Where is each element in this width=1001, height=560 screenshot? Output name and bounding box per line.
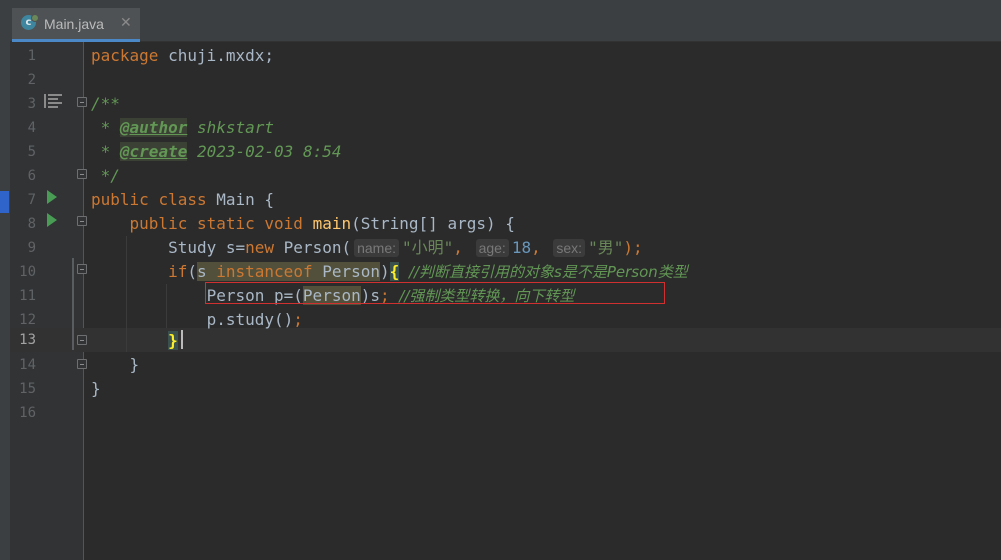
line-number[interactable]: 10 (10, 260, 36, 284)
code-line-1[interactable]: package chuji.mxdx; (91, 44, 274, 68)
text-cursor (181, 330, 183, 349)
line-number[interactable]: 7 (10, 188, 36, 212)
run-main-icon[interactable] (47, 213, 57, 227)
tool-window-marker (0, 191, 9, 213)
code-line-14[interactable]: } (91, 353, 140, 377)
run-class-icon[interactable] (47, 190, 57, 204)
type-name: Person (322, 262, 381, 281)
line-number[interactable]: 5 (10, 140, 36, 164)
fold-icon[interactable] (77, 169, 87, 179)
fold-icon[interactable] (77, 97, 87, 107)
param-hint-sex: sex: (553, 239, 586, 257)
doc-tag-author: @author (119, 118, 188, 137)
code-line-10[interactable]: if(s instanceof Person){ //判断直接引用的对象s是不是… (91, 260, 688, 284)
keyword: public (91, 190, 149, 209)
statement-end: ); (623, 238, 643, 257)
declaration: Study s= (168, 238, 246, 257)
paren: ) (380, 262, 390, 281)
code-line-6[interactable]: */ (91, 164, 120, 188)
paren: ( (187, 262, 197, 281)
param-hint-age: age: (475, 239, 509, 257)
matched-brace: } (168, 331, 178, 350)
package-name: chuji.mxdx; (158, 46, 275, 65)
doc-comment-prefix: * (91, 142, 120, 161)
code-line-13[interactable]: } (91, 329, 178, 353)
keyword: class (158, 190, 207, 209)
method-params: (String[] args) { (351, 214, 515, 233)
line-number[interactable]: 13 (10, 328, 36, 352)
line-number[interactable]: 1 (10, 44, 36, 68)
number-literal: 18 (511, 238, 532, 257)
keyword: new (245, 238, 275, 257)
doc-comment-prefix: * (91, 118, 120, 137)
annotation-highlight-box (205, 282, 665, 304)
param-hint-name: name: (354, 239, 400, 257)
line-number[interactable]: 16 (10, 401, 36, 425)
keyword: public (129, 214, 188, 233)
constructor-call: Person( (274, 238, 352, 257)
code-line-8[interactable]: public static void main(String[] args) { (91, 212, 515, 236)
tool-window-strip (0, 0, 10, 560)
code-line-15[interactable]: } (91, 377, 101, 401)
instanceof-expression: s instanceof Person (196, 262, 381, 281)
code-line-5[interactable]: * @create 2023-02-03 8:54 (91, 140, 341, 164)
line-number[interactable]: 3 (10, 92, 36, 116)
line-number[interactable]: 15 (10, 377, 36, 401)
line-comment: //判断直接引用的对象s是不是Person类型 (408, 263, 688, 281)
doc-author-value: shkstart (187, 118, 275, 137)
line-number[interactable]: 8 (10, 212, 36, 236)
closing-brace: } (129, 355, 140, 374)
semicolon: ; (293, 310, 303, 329)
doc-create-value: 2023-02-03 8:54 (187, 142, 342, 161)
line-number[interactable]: 4 (10, 116, 36, 140)
fold-icon[interactable] (77, 216, 87, 226)
code-line-4[interactable]: * @author shkstart (91, 116, 274, 140)
closing-brace: } (91, 379, 101, 398)
keyword: instanceof (216, 262, 313, 281)
method-name: main (312, 214, 352, 233)
change-marker[interactable] (72, 258, 74, 350)
keyword: void (264, 214, 303, 233)
code-line-9[interactable]: Study s=new Person(name: "小明", age: 18, se… (91, 236, 643, 260)
code-line-3[interactable]: /** (91, 92, 120, 116)
line-number[interactable]: 2 (10, 68, 36, 92)
class-declaration: Main { (206, 190, 275, 209)
line-number[interactable]: 9 (10, 236, 36, 260)
doc-comment-close: */ (91, 166, 120, 185)
code-line-7[interactable]: public class Main { (91, 188, 274, 212)
string-literal: "小明" (402, 238, 454, 257)
method-call: p.study() (206, 310, 294, 329)
doc-comment-open: /** (91, 94, 120, 113)
rendered-doc-icon[interactable] (44, 94, 62, 108)
editor-tab-bar: c Main.java ✕ (0, 0, 1001, 42)
keyword: package (91, 46, 159, 65)
keyword: static (196, 214, 255, 233)
line-number[interactable]: 14 (10, 353, 36, 377)
fold-icon[interactable] (77, 264, 87, 274)
variable: s (196, 262, 207, 281)
doc-tag-create: @create (119, 142, 188, 161)
run-badge-icon (31, 14, 39, 22)
line-number[interactable]: 6 (10, 164, 36, 188)
fold-icon[interactable] (77, 359, 87, 369)
comma: , (531, 238, 541, 257)
tab-main-java[interactable]: c Main.java ✕ (12, 8, 140, 42)
string-literal: "男" (588, 238, 624, 257)
tab-title: Main.java (44, 16, 104, 32)
comma: , (453, 238, 463, 257)
keyword: if (168, 262, 188, 281)
close-icon[interactable]: ✕ (120, 15, 132, 31)
line-number[interactable]: 11 (10, 284, 36, 308)
matched-brace: { (389, 262, 400, 281)
fold-icon[interactable] (77, 335, 87, 345)
